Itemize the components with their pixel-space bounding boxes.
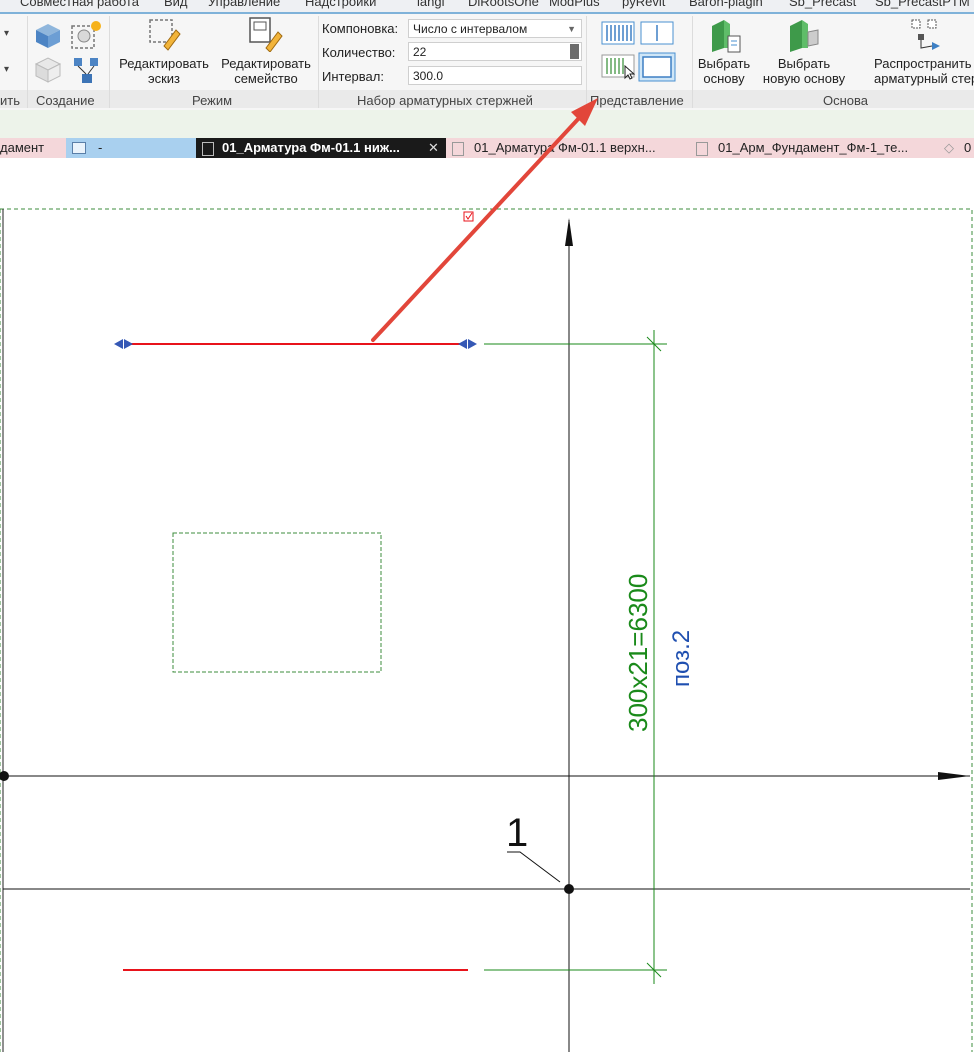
menu-item[interactable]: Совместная работа (20, 0, 139, 9)
pick-host-label-1: Выбрать (697, 56, 751, 71)
tab-blank-label: - (98, 140, 103, 155)
chevron-down-icon: ▼ (567, 24, 576, 34)
quantity-value: 22 (413, 45, 427, 59)
edit-sketch-label-2: эскиз (147, 71, 181, 86)
menu-bar: Совместная работа Вид Управление Надстройки… (0, 0, 974, 14)
opening-rectangle[interactable] (172, 532, 382, 673)
ribbon-separator (109, 16, 110, 108)
tab-rebar-top[interactable]: 01_Арматура Фм-01.1 верхн... (446, 138, 690, 158)
menu-item[interactable]: langi (417, 0, 444, 9)
view-3d-icon: ◇ (944, 140, 954, 155)
axis-arrow-up-icon (565, 218, 573, 246)
options-bar (0, 110, 974, 138)
dropdown-arrow-icon[interactable]: ▾ (4, 28, 9, 39)
distribute-rebar-icon[interactable] (906, 16, 944, 54)
crop-region[interactable] (0, 208, 973, 1052)
menu-item[interactable]: ModPlus (549, 0, 600, 9)
menu-item[interactable]: Sb_PrecastPTM (875, 0, 970, 9)
tab-rebar-foundation-label: 01_Арм_Фундамент_Фм-1_те... (718, 140, 909, 155)
sheet-icon (452, 142, 464, 156)
sheet-icon (696, 142, 708, 156)
dimension-text[interactable]: 300x21=6300 (623, 574, 653, 732)
grid-intersection-point (564, 884, 574, 894)
pick-new-host-button[interactable]: Выбрать новую основу (756, 56, 852, 86)
show-first-last-icon[interactable] (640, 21, 674, 45)
spacing-input[interactable]: 300.0 (408, 66, 582, 85)
edit-sketch-label-1: Редактировать (119, 56, 209, 71)
menu-item[interactable]: Надстройки (305, 0, 376, 9)
layout-label: Компоновка: (322, 21, 399, 36)
ribbon-separator (586, 16, 587, 108)
pick-host-label-2: основу (703, 71, 745, 86)
edit-sketch-button[interactable]: Редактировать эскиз (114, 56, 214, 86)
tab-rebar-bottom-label: 01_Арматура Фм-01.1 ниж... (222, 140, 400, 155)
menu-item[interactable]: DiRootsOne (468, 0, 539, 9)
group-label-presentation: Представление (590, 93, 684, 108)
rebar-end-grip-icon[interactable] (124, 339, 133, 349)
grid-label[interactable]: 1 (506, 811, 528, 855)
tab-rebar-foundation[interactable]: 01_Арм_Фундамент_Фм-1_те... (690, 138, 936, 158)
edit-family-label-2: семейство (234, 71, 298, 86)
tab-blank[interactable]: - (66, 138, 196, 158)
view-tab-bar: дамент - 01_Арматура Фм-01.1 ниж... ✕ 01… (0, 138, 974, 158)
spacing-label: Интервал: (322, 69, 384, 84)
layout-select-value: Число с интервалом (413, 22, 528, 36)
group-label-rebar-set: Набор арматурных стержней (357, 93, 533, 108)
drawing-canvas[interactable]: 300x21=6300 поз.2 1 (0, 158, 974, 1052)
rebar-end-grip-icon[interactable] (468, 339, 477, 349)
spacing-value: 300.0 (413, 69, 444, 83)
menu-item[interactable]: pyRevit (622, 0, 665, 9)
group-label-cut: ить (0, 93, 20, 108)
rebar-tag-text[interactable]: поз.2 (668, 630, 695, 687)
grid-origin-point (0, 771, 9, 781)
show-middle-icon[interactable] (601, 54, 635, 80)
menu-item[interactable]: Baron-plagin (689, 0, 763, 9)
menu-item[interactable]: Управление (208, 0, 280, 9)
pick-new-host-icon[interactable] (786, 18, 822, 54)
menu-item[interactable]: Sb_Precast (789, 0, 856, 9)
component-icon[interactable] (32, 20, 66, 50)
ribbon-separator (27, 16, 28, 108)
in-place-model-icon[interactable] (70, 18, 104, 50)
group-label-host: Основа (823, 93, 869, 108)
sheet-icon (202, 142, 214, 156)
edit-family-label-1: Редактировать (221, 56, 311, 71)
pick-host-icon[interactable] (708, 18, 742, 54)
dropdown-arrow-icon[interactable]: ▾ (4, 64, 9, 75)
distribute-rebar-button[interactable]: Распространить арматурный стерж (852, 56, 974, 86)
group-label-create: Создание (36, 93, 95, 108)
layout-select[interactable]: Число с интервалом ▼ (408, 19, 582, 38)
grid-label-leader (507, 851, 561, 883)
tab-rebar-top-label: 01_Арматура Фм-01.1 верхн... (474, 140, 656, 155)
pick-new-host-label-2: новую основу (762, 71, 846, 86)
select-presentation-icon[interactable] (638, 52, 676, 82)
pick-host-button[interactable]: Выбрать основу (692, 56, 756, 86)
rebar-end-grip-icon[interactable] (458, 339, 467, 349)
tab-foundation[interactable]: дамент (0, 138, 66, 158)
view-icon (72, 142, 86, 154)
void-icon[interactable] (32, 54, 66, 86)
tab-foundation-label: дамент (0, 140, 45, 155)
group-icon[interactable] (70, 54, 104, 86)
distribute-rebar-label-1: Распространить (874, 56, 972, 71)
group-label-mode: Режим (192, 93, 233, 108)
edit-family-button[interactable]: Редактировать семейство (214, 56, 318, 86)
tab-overflow[interactable]: ◇ 0 (936, 138, 974, 158)
quantity-input[interactable]: 22 (408, 42, 582, 61)
tab-overflow-label: 0 (964, 140, 972, 155)
axis-arrow-right-icon (938, 772, 970, 780)
show-all-icon[interactable] (601, 21, 635, 45)
ribbon: ▾ ▾ ить Создание Редактировать эскиз Ред… (0, 14, 974, 110)
menu-item[interactable]: Вид (164, 0, 188, 9)
pick-new-host-label-1: Выбрать (777, 56, 831, 71)
ribbon-separator (318, 16, 319, 108)
distribute-rebar-label-2: арматурный стерж (874, 71, 974, 86)
edit-family-icon[interactable] (246, 16, 284, 52)
edit-sketch-icon[interactable] (146, 16, 182, 52)
quantity-label: Количество: (322, 45, 396, 60)
spinner-icon[interactable] (570, 44, 579, 59)
rebar-end-grip-icon[interactable] (114, 339, 123, 349)
close-icon[interactable]: ✕ (428, 138, 439, 158)
tab-rebar-bottom[interactable]: 01_Арматура Фм-01.1 ниж... ✕ (196, 138, 446, 158)
